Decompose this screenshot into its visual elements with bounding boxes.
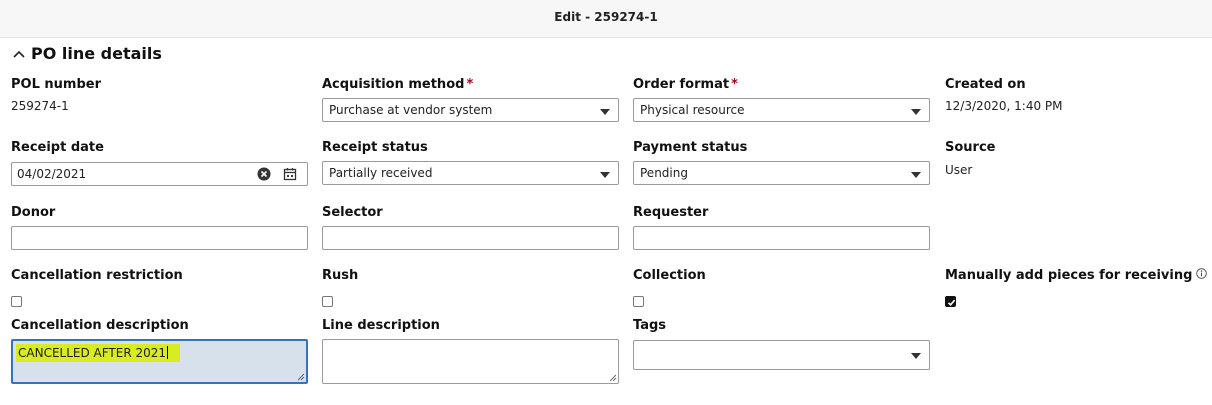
receipt-status-label: Receipt status xyxy=(322,140,428,155)
tags-select[interactable] xyxy=(633,340,930,370)
cancellation-description-textarea[interactable]: CANCELLED AFTER 2021 xyxy=(11,339,308,384)
resize-grip-icon[interactable] xyxy=(609,374,617,382)
created-on-label: Created on xyxy=(945,77,1026,92)
section-toggle-po-line-details[interactable]: PO line details xyxy=(11,44,162,63)
selector-input[interactable] xyxy=(322,226,619,250)
cancellation-restriction-checkbox[interactable] xyxy=(11,296,22,307)
caret-down-icon xyxy=(911,109,921,115)
donor-input[interactable] xyxy=(11,226,308,250)
donor-label: Donor xyxy=(11,205,56,220)
caret-down-icon xyxy=(911,172,921,178)
order-format-label-text: Order format xyxy=(633,77,730,92)
manually-add-pieces-label: Manually add pieces for receiving xyxy=(945,268,1208,283)
payment-status-label: Payment status xyxy=(633,140,748,155)
receipt-status-value: Partially received xyxy=(329,166,433,180)
required-marker: * xyxy=(731,77,738,92)
pol-number-value: 259274-1 xyxy=(11,99,69,113)
collection-checkbox[interactable] xyxy=(633,296,644,307)
cancellation-restriction-label: Cancellation restriction xyxy=(11,268,183,283)
payment-status-select[interactable]: Pending xyxy=(633,161,930,185)
rush-checkbox[interactable] xyxy=(322,296,333,307)
required-marker: * xyxy=(466,77,474,92)
tags-label: Tags xyxy=(633,318,667,333)
manually-add-pieces-label-text: Manually add pieces for receiving xyxy=(945,268,1193,283)
pane-header: Edit - 259274-1 xyxy=(0,0,1212,38)
manually-add-pieces-checkbox[interactable] xyxy=(945,296,956,307)
receipt-date-value: 04/02/2021 xyxy=(17,167,87,181)
requester-label: Requester xyxy=(633,205,709,220)
acquisition-method-value: Purchase at vendor system xyxy=(329,103,493,117)
receipt-date-input[interactable]: 04/02/2021 xyxy=(11,162,308,186)
order-format-value: Physical resource xyxy=(640,103,745,117)
clear-icon[interactable] xyxy=(257,167,271,181)
selector-label: Selector xyxy=(322,205,383,220)
receipt-date-label: Receipt date xyxy=(11,140,104,155)
chevron-up-icon xyxy=(13,50,25,58)
acquisition-method-label: Acquisition method * xyxy=(322,77,473,92)
checkmark-icon xyxy=(947,299,956,306)
receipt-status-select[interactable]: Partially received xyxy=(322,161,619,185)
line-description-label: Line description xyxy=(322,318,440,333)
order-format-label: Order format * xyxy=(633,77,738,92)
acquisition-method-label-text: Acquisition method xyxy=(322,77,465,92)
order-format-select[interactable]: Physical resource xyxy=(633,98,930,122)
caret-down-icon xyxy=(600,109,610,115)
cancellation-description-value: CANCELLED AFTER 2021 xyxy=(18,346,167,360)
pol-number-label: POL number xyxy=(11,77,101,92)
payment-status-value: Pending xyxy=(640,166,688,180)
resize-grip-icon[interactable] xyxy=(297,373,305,381)
cancellation-description-selected-text: CANCELLED AFTER 2021 xyxy=(16,344,181,362)
text-cursor xyxy=(167,346,169,359)
section-title: PO line details xyxy=(31,44,162,63)
calendar-icon[interactable] xyxy=(283,167,297,181)
pane-title: Edit - 259274-1 xyxy=(554,10,658,24)
caret-down-icon xyxy=(911,353,921,359)
requester-input[interactable] xyxy=(633,226,930,250)
rush-label: Rush xyxy=(322,268,359,283)
line-description-textarea[interactable] xyxy=(322,339,619,384)
acquisition-method-select[interactable]: Purchase at vendor system xyxy=(322,98,619,122)
info-icon[interactable] xyxy=(1196,268,1208,279)
caret-down-icon xyxy=(600,172,610,178)
cancellation-description-label: Cancellation description xyxy=(11,318,189,333)
source-value: User xyxy=(945,163,973,177)
collection-label: Collection xyxy=(633,268,706,283)
source-label: Source xyxy=(945,140,996,155)
created-on-value: 12/3/2020, 1:40 PM xyxy=(945,99,1063,113)
